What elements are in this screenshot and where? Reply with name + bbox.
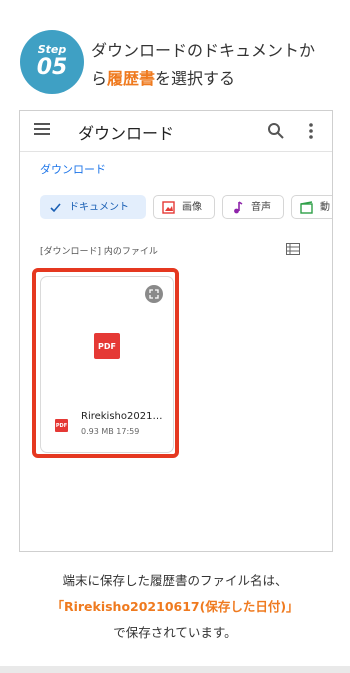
- title-text: を選択する: [155, 69, 236, 88]
- step-badge: Step 05: [20, 30, 84, 94]
- chip-label: ドキュメント: [69, 202, 129, 213]
- caption-filename: 「Rirekisho20210617(保存した日付)」: [51, 599, 299, 614]
- image-icon: [162, 201, 175, 214]
- app-bar: ダウンロード: [20, 111, 332, 152]
- check-icon: [50, 203, 61, 213]
- video-icon: [300, 201, 313, 214]
- section-label: [ダウンロード] 内のファイル: [40, 247, 158, 257]
- instruction-card: Step 05 ダウンロードのドキュメントか ら履歴書を選択する ダウンロード …: [0, 0, 350, 666]
- chip-documents[interactable]: ドキュメント: [40, 195, 146, 219]
- search-icon[interactable]: [267, 122, 285, 140]
- step-title-line2: ら履歴書を選択する: [91, 65, 341, 93]
- bottom-strip: [0, 666, 350, 673]
- chip-label: 動: [320, 202, 330, 213]
- breadcrumb[interactable]: ダウンロード: [40, 161, 106, 177]
- chip-label: 画像: [182, 202, 202, 213]
- menu-icon[interactable]: [34, 123, 50, 137]
- highlight-frame: [32, 268, 179, 458]
- more-vert-icon[interactable]: [308, 122, 314, 140]
- step-title-line1: ダウンロードのドキュメントか: [91, 41, 316, 60]
- caption-line3: で保存されています。: [113, 625, 237, 640]
- chip-label: 音声: [251, 202, 271, 213]
- caption-line1: 端末に保存した履歴書のファイル名は、: [62, 573, 288, 588]
- chip-audio[interactable]: 音声: [222, 195, 284, 219]
- title-text: ら: [91, 69, 108, 88]
- chip-images[interactable]: 画像: [153, 195, 215, 219]
- chip-video[interactable]: 動: [291, 195, 332, 219]
- step-number: 05: [36, 55, 68, 80]
- title-highlight: 履歴書: [107, 69, 156, 88]
- list-view-icon[interactable]: [286, 243, 300, 255]
- phone-screenshot: ダウンロード ダウンロード ドキュメント 画像 音声 動 [ダウンロード] 内の…: [19, 110, 333, 552]
- step-title: ダウンロードのドキュメントか ら履歴書を選択する: [91, 37, 341, 93]
- app-bar-title: ダウンロード: [78, 124, 175, 143]
- music-note-icon: [234, 201, 243, 214]
- caption: 端末に保存した履歴書のファイル名は、 「Rirekisho20210617(保存…: [0, 568, 350, 646]
